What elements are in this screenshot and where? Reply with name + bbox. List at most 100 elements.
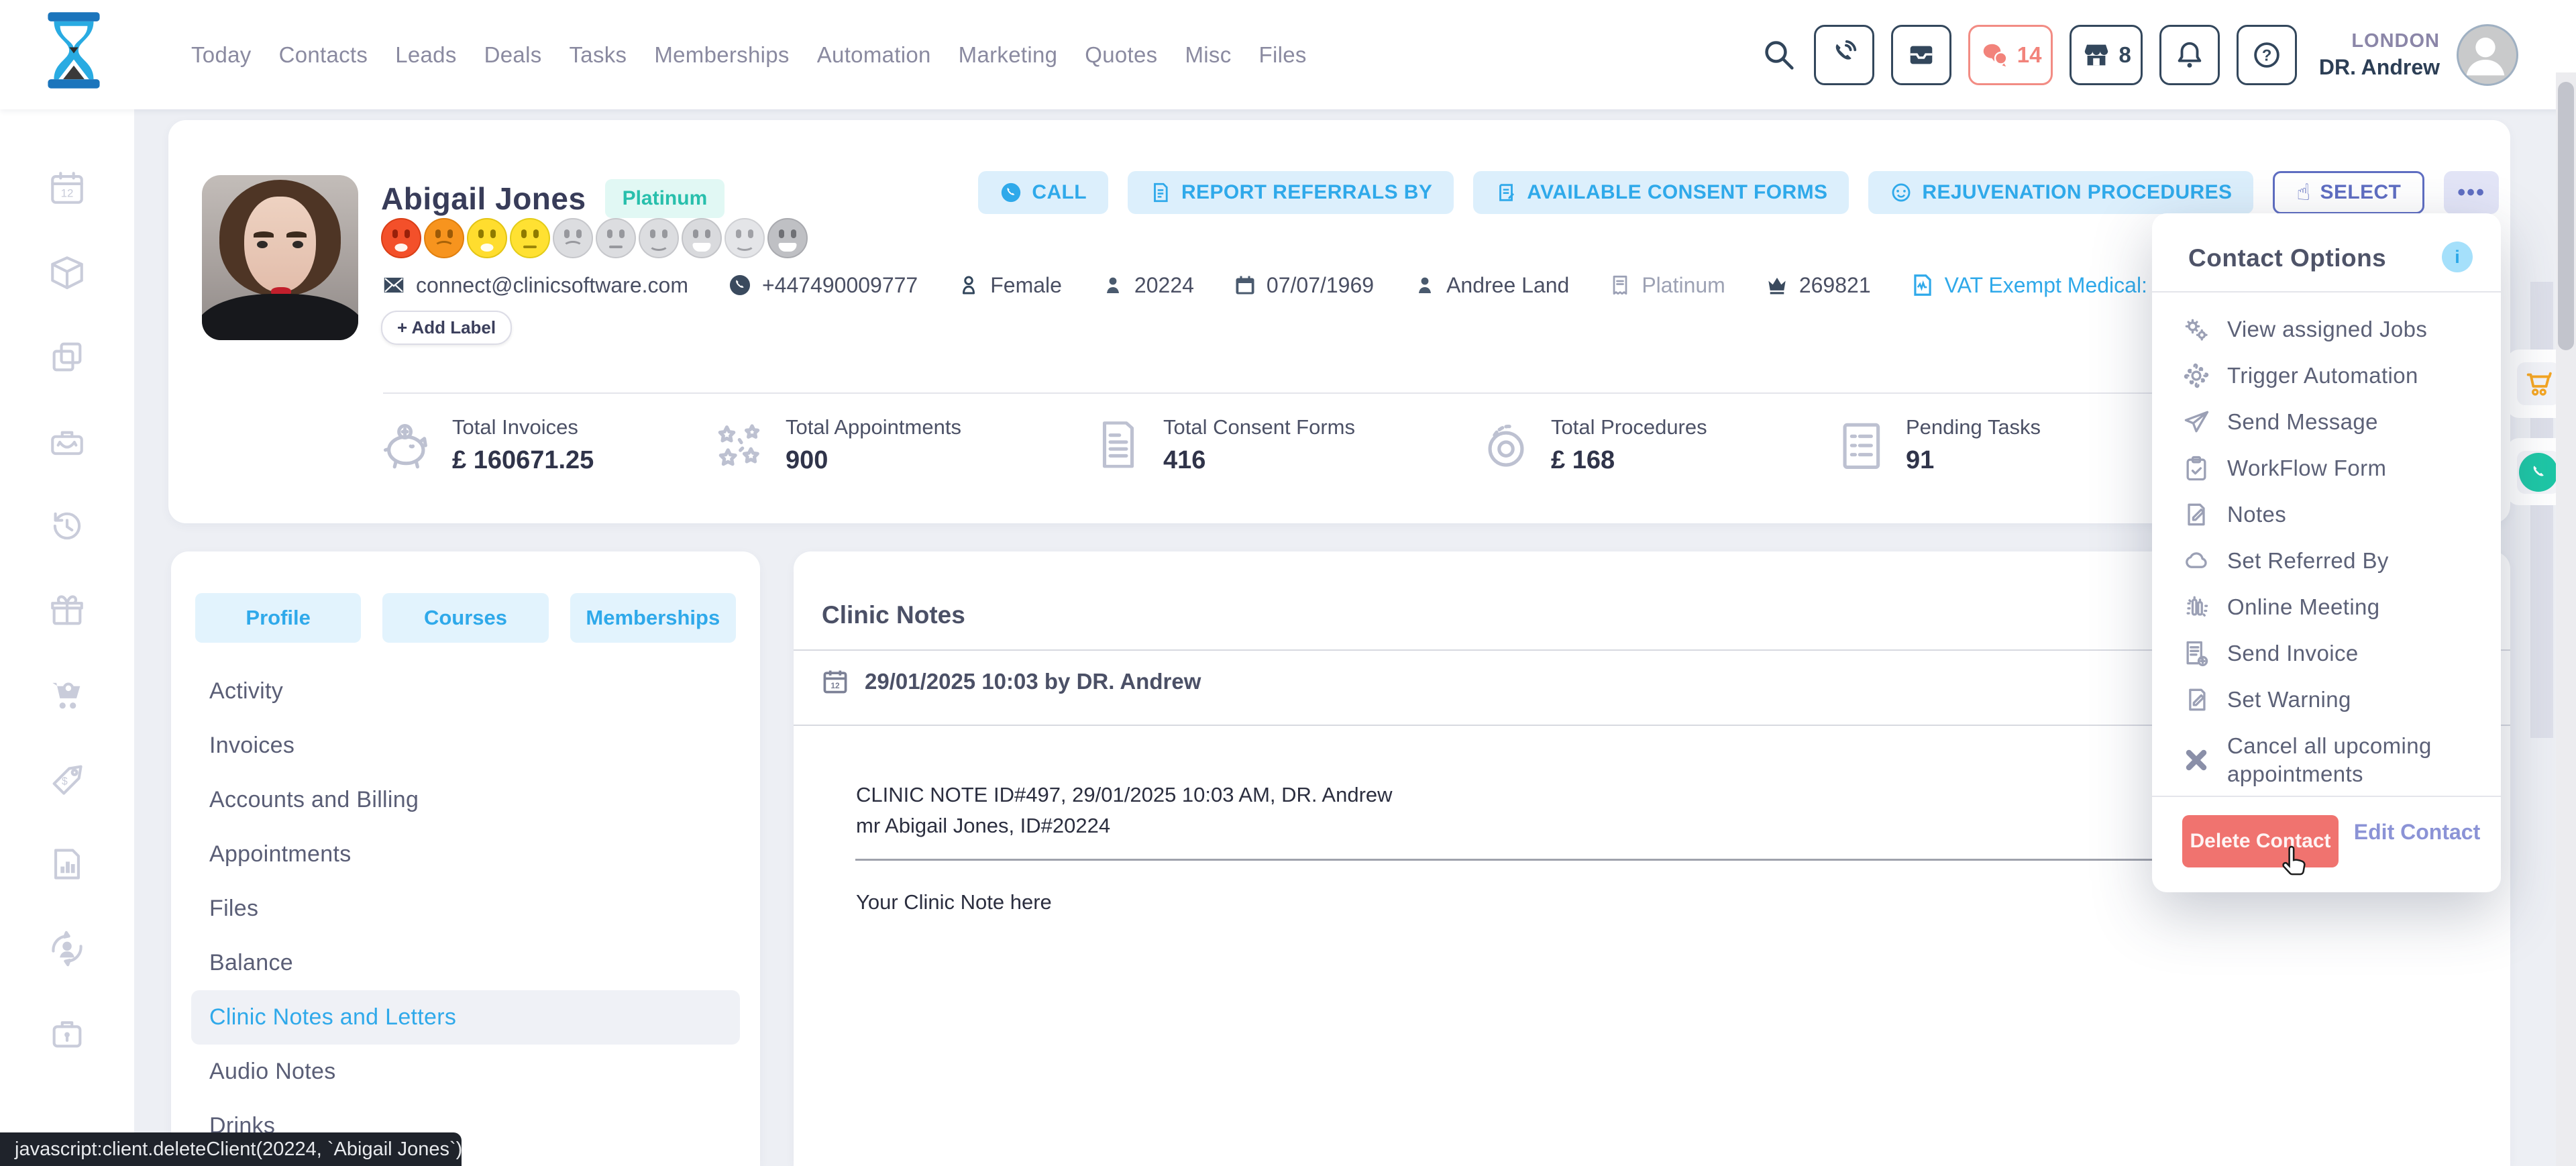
mood-3-icon[interactable] (467, 218, 507, 258)
note-pencil-icon (2182, 500, 2211, 529)
scrollbar-thumb[interactable] (2558, 82, 2574, 350)
sidebar-package-icon[interactable] (48, 253, 87, 292)
tasks-list-icon (1833, 418, 1888, 473)
nav-deals[interactable]: Deals (484, 42, 542, 68)
sidebar-case-lock-icon[interactable] (48, 1014, 87, 1053)
call-button[interactable]: CALL (978, 171, 1108, 214)
contact-phone[interactable]: +447490009777 (727, 272, 918, 298)
nav-marketing[interactable]: Marketing (959, 42, 1058, 68)
tier-badge: Platinum (605, 179, 725, 218)
mood-8-icon[interactable] (682, 218, 722, 258)
report-referrals-button[interactable]: REPORT REFERRALS BY (1128, 171, 1454, 214)
list-item-accounts-billing[interactable]: Accounts and Billing (171, 773, 760, 827)
mood-1-icon[interactable] (381, 218, 421, 258)
user-info[interactable]: LONDON DR. Andrew (2319, 29, 2440, 80)
help-button[interactable]: ? (2237, 25, 2297, 85)
profile-side-panel: Profile Courses Memberships Activity Inv… (171, 551, 760, 1166)
nav-memberships[interactable]: Memberships (654, 42, 789, 68)
menu-item-set-warning[interactable]: Set Warning (2152, 676, 2501, 723)
note-calendar-icon: 12 (820, 667, 850, 696)
menu-item-cancel-appointments[interactable]: Cancel all upcoming appointments (2152, 723, 2501, 798)
note-entry-header[interactable]: 12 29/01/2025 10:03 by DR. Andrew (820, 667, 1201, 696)
mood-7-icon[interactable] (639, 218, 679, 258)
stat-total-procedures: Total Procedures£ 168 (1479, 415, 1707, 475)
list-item-invoices[interactable]: Invoices (171, 719, 760, 773)
phone-dock-button[interactable] (2517, 451, 2560, 494)
menu-item-trigger-automation[interactable]: Trigger Automation (2152, 352, 2501, 399)
contact-photo (202, 175, 358, 340)
left-sidebar: 12 $ (0, 109, 134, 1166)
menu-item-view-jobs[interactable]: View assigned Jobs (2152, 306, 2501, 352)
gears-icon (2182, 315, 2211, 344)
sidebar-history-icon[interactable] (48, 507, 87, 545)
mood-4-icon[interactable] (510, 218, 550, 258)
nav-misc[interactable]: Misc (1185, 42, 1231, 68)
info-icon[interactable]: i (2442, 242, 2473, 272)
rejuvenation-button[interactable]: REJUVENATION PROCEDURES (1868, 171, 2253, 214)
list-item-clinic-notes[interactable]: Clinic Notes and Letters (191, 990, 740, 1045)
inbox-button[interactable] (1891, 25, 1951, 85)
list-item-audio-notes[interactable]: Audio Notes (171, 1045, 760, 1099)
sidebar-client-sync-icon[interactable] (48, 929, 87, 968)
sidebar-toolbox-icon[interactable] (48, 422, 87, 461)
stats-divider (383, 392, 2430, 394)
mood-10-icon[interactable] (767, 218, 808, 258)
nav-files[interactable]: Files (1259, 42, 1307, 68)
confetti-icon (713, 418, 768, 473)
consent-forms-button[interactable]: AVAILABLE CONSENT FORMS (1473, 171, 1849, 214)
user-avatar[interactable] (2457, 24, 2518, 86)
menu-item-send-message[interactable]: Send Message (2152, 399, 2501, 445)
list-item-activity[interactable]: Activity (171, 664, 760, 719)
menu-item-notes[interactable]: Notes (2152, 491, 2501, 537)
menu-item-workflow-form[interactable]: WorkFlow Form (2152, 445, 2501, 491)
menu-item-send-invoice[interactable]: Send Invoice (2152, 630, 2501, 676)
list-item-files[interactable]: Files (171, 882, 760, 936)
contact-id: 20224 (1101, 273, 1194, 298)
nav-today[interactable]: Today (191, 42, 252, 68)
edit-contact-button[interactable]: Edit Contact (2353, 818, 2481, 845)
cart-dock-button[interactable] (2517, 362, 2560, 405)
consent-form-icon (1495, 181, 1517, 204)
menu-item-set-referred-by[interactable]: Set Referred By (2152, 537, 2501, 584)
paper-plane-icon (2182, 407, 2211, 437)
mood-6-icon[interactable] (596, 218, 636, 258)
sidebar-copy-icon[interactable] (48, 337, 87, 376)
tab-courses[interactable]: Courses (382, 593, 548, 643)
search-icon[interactable] (1761, 37, 1797, 73)
contact-details-row: connect@clinicsoftware.com +447490009777… (381, 271, 2309, 299)
nav-tasks[interactable]: Tasks (570, 42, 627, 68)
shop-button[interactable]: 8 (2070, 25, 2142, 85)
sidebar-price-tag-icon[interactable]: $ (48, 760, 87, 799)
add-label-button[interactable]: + Add Label (381, 311, 512, 345)
list-item-balance[interactable]: Balance (171, 936, 760, 990)
more-options-button[interactable]: ••• (2444, 171, 2499, 214)
mood-5-icon[interactable] (553, 218, 593, 258)
tab-profile[interactable]: Profile (195, 593, 361, 643)
list-item-appointments[interactable]: Appointments (171, 827, 760, 882)
select-button[interactable]: ☝ SELECT (2273, 171, 2424, 214)
mood-9-icon[interactable] (724, 218, 765, 258)
sidebar-gift-icon[interactable] (48, 591, 87, 630)
contact-email[interactable]: connect@clinicsoftware.com (381, 272, 688, 298)
vat-exempt-status[interactable]: VAT Exempt Medical:No (1910, 272, 2186, 298)
note-line-1: CLINIC NOTE ID#497, 29/01/2025 10:03 AM,… (856, 783, 1393, 807)
scrollbar-track[interactable] (2556, 72, 2576, 1166)
sidebar-calendar-icon[interactable]: 12 (48, 168, 87, 207)
menu-item-online-meeting[interactable]: Online Meeting (2152, 584, 2501, 630)
nav-contacts[interactable]: Contacts (279, 42, 368, 68)
shop-count: 8 (2118, 42, 2131, 68)
nav-automation[interactable]: Automation (817, 42, 931, 68)
mood-2-icon[interactable] (424, 218, 464, 258)
phone-system-button[interactable] (1814, 25, 1874, 85)
messages-button[interactable]: 14 (1968, 25, 2053, 85)
sidebar-cart-icon[interactable] (48, 676, 87, 714)
tab-memberships[interactable]: Memberships (570, 593, 736, 643)
clinicsoftware-logo-icon[interactable] (40, 11, 107, 97)
delete-contact-button[interactable]: Delete Contact (2182, 815, 2339, 867)
notifications-button[interactable] (2159, 25, 2220, 85)
sidebar-report-icon[interactable] (48, 845, 87, 884)
nav-quotes[interactable]: Quotes (1085, 42, 1157, 68)
svg-text:$: $ (62, 776, 68, 787)
nav-leads[interactable]: Leads (395, 42, 456, 68)
pointer-icon: ☝ (2296, 179, 2310, 206)
